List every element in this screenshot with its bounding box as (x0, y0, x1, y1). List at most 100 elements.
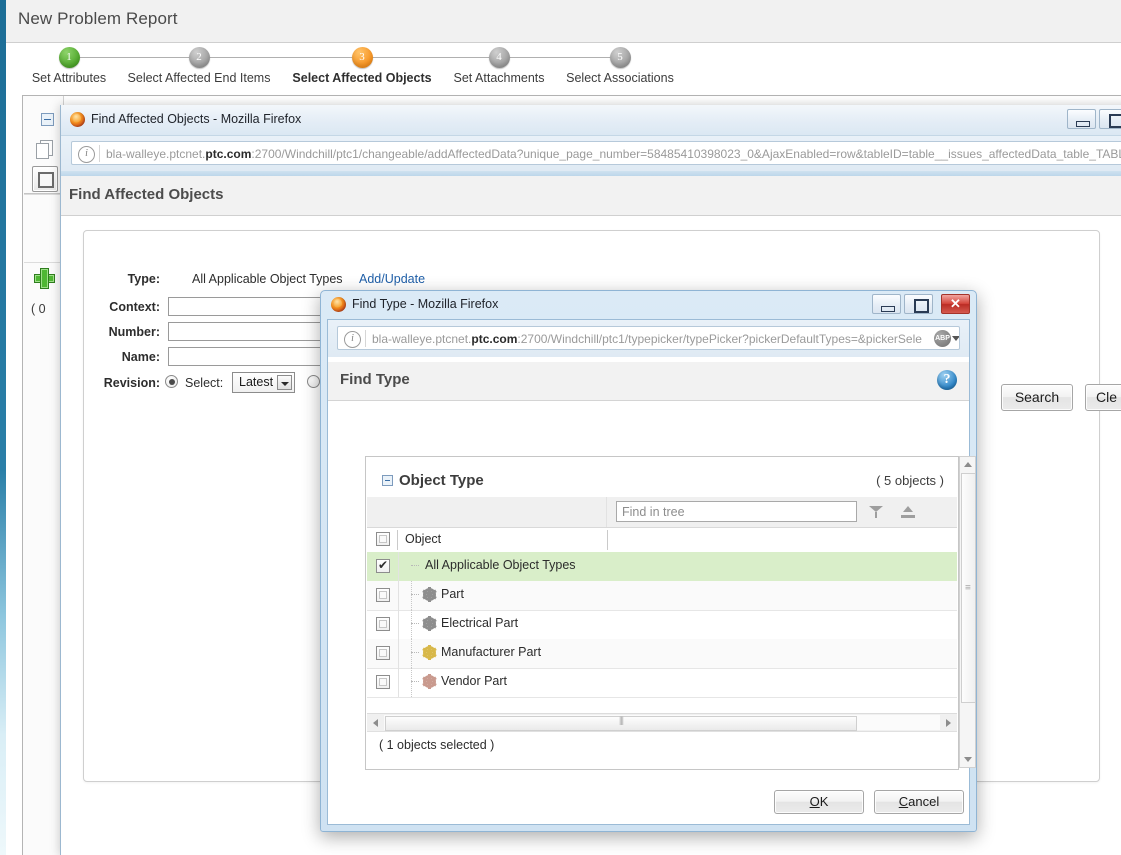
add-update-link[interactable]: Add/Update (359, 272, 425, 286)
row-checkbox[interactable] (376, 559, 390, 573)
chevron-down-icon[interactable] (952, 336, 960, 341)
page-info-icon[interactable]: i (344, 331, 361, 348)
context-label: Context: (104, 300, 160, 314)
reader-mode-icon[interactable]: ABP (934, 330, 951, 347)
table-row[interactable]: Manufacturer Part (367, 639, 957, 669)
step-label: Set Attributes (0, 71, 144, 85)
find-type-page-header: Find Type ? (328, 362, 969, 401)
name-label: Name: (104, 350, 160, 364)
url-host-domain: ptc.com (205, 147, 251, 161)
find-type-cancel-button[interactable]: Cancel (874, 790, 964, 814)
revision-select-radio[interactable] (165, 375, 178, 388)
content-vertical-scrollbar[interactable] (959, 456, 976, 768)
affected-objects-count: ( 0 (31, 302, 46, 316)
add-plus-icon[interactable] (34, 268, 53, 287)
url-host-prefix: bla-walleye.ptcnet. (372, 332, 471, 346)
minimize-icon[interactable] (1067, 109, 1096, 129)
row-checkbox[interactable] (376, 675, 390, 689)
search-button[interactable]: Search (1001, 384, 1073, 411)
tree-guide (411, 594, 419, 596)
help-question-icon[interactable]: ? (937, 370, 957, 390)
address-bar[interactable]: i bla-walleye.ptcnet.ptc.com:2700/Windch… (337, 326, 960, 350)
column-divider (398, 610, 399, 639)
find-type-titlebar[interactable]: Find Type - Mozilla Firefox ✕ (321, 291, 976, 319)
collapse-all-icon[interactable] (901, 505, 915, 519)
url-path: :2700/Windchill/ptc1/typepicker/typePick… (517, 332, 922, 346)
table-row[interactable]: Vendor Part (367, 668, 957, 698)
window-title: Find Affected Objects - Mozilla Firefox (91, 112, 301, 126)
scrollbar-thumb[interactable] (385, 716, 857, 731)
fao-page-header: Find Affected Objects (61, 176, 1121, 216)
collapse-minus-icon[interactable] (41, 113, 54, 126)
firefox-navbar: i bla-walleye.ptcnet.ptc.com:2700/Windch… (328, 320, 969, 357)
revision-select-dropdown[interactable]: Latest (232, 372, 295, 393)
tree-horizontal-scrollbar[interactable] (367, 713, 957, 731)
select-all-checkbox[interactable] (376, 532, 390, 546)
row-label: Part (441, 587, 464, 601)
copy-icon[interactable] (36, 140, 53, 158)
find-in-tree-input[interactable]: Find in tree (616, 501, 857, 522)
gear-icon (422, 616, 437, 631)
revision-label: Revision: (98, 376, 160, 390)
screen: New Problem Report 1 Set Attributes 2 Se… (0, 0, 1121, 855)
wizard-header: New Problem Report (6, 0, 1121, 43)
ok-label-rest: K (820, 791, 829, 813)
row-label: All Applicable Object Types (425, 558, 576, 572)
firefox-titlebar[interactable]: Find Affected Objects - Mozilla Firefox (61, 105, 1121, 135)
minimize-icon[interactable] (872, 294, 901, 314)
toolbar-divider (606, 497, 607, 527)
filter-icon[interactable] (869, 505, 883, 519)
address-bar[interactable]: i bla-walleye.ptcnet.ptc.com:2700/Windch… (71, 141, 1121, 165)
type-label: Type: (104, 272, 160, 286)
wizard-step-select-associations[interactable]: 5 Select Associations (545, 47, 695, 85)
scroll-left-arrow-icon[interactable] (368, 715, 384, 730)
row-checkbox[interactable] (376, 617, 390, 631)
step-rail (69, 57, 199, 58)
object-type-tree-rows: All Applicable Object Types Part (367, 552, 957, 702)
wizard-step-set-attributes[interactable]: 1 Set Attributes (0, 47, 144, 85)
table-row[interactable]: All Applicable Object Types (367, 552, 957, 582)
object-type-panel-title: Object Type (399, 472, 484, 489)
window-title: Find Type - Mozilla Firefox (352, 297, 498, 311)
maximize-icon[interactable] (1099, 109, 1121, 129)
wizard-step-select-affected-end-items[interactable]: 2 Select Affected End Items (124, 47, 274, 85)
collapse-minus-icon[interactable] (382, 475, 393, 486)
close-icon[interactable]: ✕ (941, 294, 970, 314)
table-row[interactable]: Part (367, 581, 957, 611)
column-divider (398, 552, 399, 581)
table-row[interactable]: Electrical Part (367, 610, 957, 640)
search-button-label: Search (1015, 385, 1059, 410)
wizard-step-select-affected-objects[interactable]: 3 Select Affected Objects (287, 47, 437, 85)
scroll-right-arrow-icon[interactable] (940, 715, 956, 730)
chevron-down-icon[interactable] (277, 375, 292, 390)
revision-all-radio[interactable] (307, 375, 320, 388)
url-host-domain: ptc.com (471, 332, 517, 346)
object-count-label: ( 5 objects ) (876, 473, 944, 488)
gear-icon (422, 587, 437, 602)
row-checkbox[interactable] (376, 588, 390, 602)
find-type-ok-button[interactable]: OK (774, 790, 864, 814)
column-divider (398, 639, 399, 668)
toolbar-divider (24, 262, 62, 263)
page-info-icon[interactable]: i (78, 146, 95, 163)
column-divider (398, 581, 399, 610)
column-divider (398, 668, 399, 697)
row-label: Vendor Part (441, 674, 507, 688)
scroll-up-arrow-icon[interactable] (960, 457, 975, 472)
row-label: Electrical Part (441, 616, 518, 630)
step-label: Select Affected Objects (287, 71, 437, 85)
scroll-down-arrow-icon[interactable] (960, 752, 975, 767)
tree-column-header-row: Object (367, 528, 957, 554)
scrollbar-thumb[interactable] (961, 473, 976, 703)
affected-objects-toolbar-column (23, 96, 64, 855)
maximize-icon[interactable] (904, 294, 933, 314)
row-checkbox[interactable] (376, 646, 390, 660)
tree-guide (411, 681, 419, 683)
find-type-window: Find Type - Mozilla Firefox ✕ i bla-wall… (320, 290, 977, 832)
objects-selected-label: ( 1 objects selected ) (379, 738, 494, 752)
clear-button[interactable]: Cle (1085, 384, 1121, 411)
step-rail (199, 57, 362, 58)
select-object-icon[interactable] (32, 166, 58, 192)
row-label: Manufacturer Part (441, 645, 541, 659)
firefox-navbar: i bla-walleye.ptcnet.ptc.com:2700/Windch… (61, 135, 1121, 172)
